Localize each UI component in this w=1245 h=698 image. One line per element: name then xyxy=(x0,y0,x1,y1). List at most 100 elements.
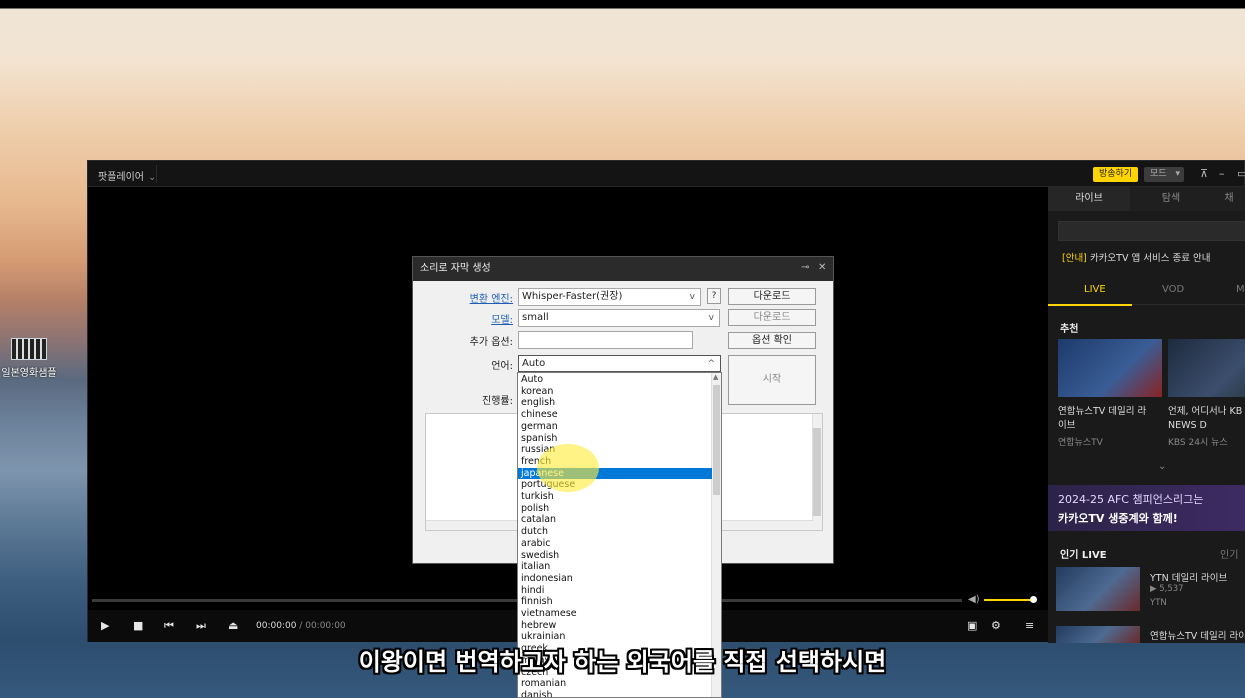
language-option[interactable]: finnish xyxy=(518,596,712,608)
engine-label[interactable]: 변환 엔진: xyxy=(417,290,513,305)
language-option[interactable]: danish xyxy=(518,690,712,697)
tab-explore[interactable]: 탐색 xyxy=(1130,187,1212,211)
tab-more[interactable]: 채 xyxy=(1212,187,1245,211)
notice-link[interactable]: [안내] 카카오TV 앱 서비스 종료 안내 xyxy=(1062,250,1210,264)
minimize-icon[interactable]: – xyxy=(1219,167,1225,180)
popular-item[interactable]: YTN 데일리 라이브 ▶ 5,537 YTN xyxy=(1056,567,1245,613)
promo-banner[interactable]: 2024-25 AFC 챔피언스리그는 카카오TV 생중계와 함께! xyxy=(1048,485,1245,531)
settings-gear-icon[interactable]: ⚙ xyxy=(991,619,1001,632)
card-channel: 연합뉴스TV xyxy=(1058,438,1103,448)
language-select[interactable]: Auto ^ xyxy=(518,355,721,372)
subtab-more[interactable]: M xyxy=(1236,284,1245,295)
maximize-icon[interactable]: ▭ xyxy=(1237,167,1245,180)
side-tabs: 라이브 탐색 채 xyxy=(1048,187,1245,211)
app-menu-button[interactable]: 팟플레이어 ⌄ xyxy=(98,168,156,183)
desktop-file-icon[interactable]: 일본영화샘플 xyxy=(0,338,58,379)
pin-icon[interactable]: ⊸ xyxy=(801,262,809,273)
card-channel: KBS 24시 뉴스 xyxy=(1168,438,1228,448)
language-option[interactable]: italian xyxy=(518,561,712,573)
language-option[interactable]: polish xyxy=(518,503,712,515)
volume-icon[interactable]: ◀) xyxy=(968,594,980,605)
cursor-highlight xyxy=(537,444,599,492)
recommend-card[interactable]: 언제, 어디서나 KB NEWS D KBS 24시 뉴스 xyxy=(1168,339,1245,448)
tab-live[interactable]: 라이브 xyxy=(1048,187,1130,211)
item-title: YTN 데일리 라이브 xyxy=(1150,573,1228,584)
side-search-input[interactable] xyxy=(1058,221,1245,241)
model-select[interactable]: small v xyxy=(518,309,720,327)
item-channel: YTN xyxy=(1150,598,1167,608)
volume-knob[interactable] xyxy=(1030,596,1037,603)
viewer-count: ▶ 5,537 xyxy=(1150,584,1184,594)
video-caption: 이왕이면 번역하고자 하는 외국어를 직접 선택하시면 xyxy=(358,648,887,676)
progress-label: 진행률: xyxy=(482,396,513,407)
language-option[interactable]: hebrew xyxy=(518,620,712,632)
play-icon[interactable]: ▶ xyxy=(101,619,109,632)
scroll-thumb[interactable] xyxy=(813,428,821,516)
capture-icon[interactable]: ▣ xyxy=(967,619,977,632)
dropdown-arrow-icon: ▾ xyxy=(1175,169,1180,179)
language-option[interactable]: dutch xyxy=(518,526,712,538)
language-label: 언어: xyxy=(491,361,513,372)
language-option[interactable]: indonesian xyxy=(518,573,712,585)
thumbnail xyxy=(1056,567,1140,611)
language-option[interactable]: catalan xyxy=(518,514,712,526)
notice-text: 카카오TV 앱 서비스 종료 안내 xyxy=(1089,253,1211,264)
engine-select[interactable]: Whisper-Faster(권장) v xyxy=(518,288,701,306)
language-option[interactable]: korean xyxy=(518,386,712,398)
mode-dropdown[interactable]: 모드 ▾ xyxy=(1144,167,1184,182)
stop-icon[interactable]: ■ xyxy=(133,619,143,632)
app-name: 팟플레이어 xyxy=(98,172,144,183)
broadcast-button[interactable]: 방송하기 xyxy=(1093,167,1139,182)
previous-icon[interactable]: ⏮ xyxy=(164,619,174,633)
kakaotv-side-panel: 라이브 탐색 채 [안내] 카카오TV 앱 서비스 종료 안내 LIVE VOD… xyxy=(1048,187,1245,643)
subtab-live[interactable]: LIVE xyxy=(1084,284,1106,295)
language-value: Auto xyxy=(522,358,546,369)
card-title: 언제, 어디서나 KB NEWS D xyxy=(1168,406,1243,431)
thumbnail xyxy=(1058,339,1162,397)
popular-item[interactable]: 연합뉴스TV 데일리 라이 xyxy=(1056,626,1245,643)
engine-value: Whisper-Faster(권장) xyxy=(522,291,623,302)
scroll-thumb[interactable] xyxy=(713,385,720,495)
extra-options-input[interactable] xyxy=(518,331,693,349)
chevron-down-icon: v xyxy=(689,292,695,302)
subtab-vod[interactable]: VOD xyxy=(1162,284,1184,295)
start-button[interactable]: 시작 xyxy=(728,355,816,405)
item-title: 연합뉴스TV 데일리 라이 xyxy=(1150,631,1245,642)
model-label[interactable]: 모델: xyxy=(417,311,513,326)
pin-icon[interactable]: ⊼ xyxy=(1200,167,1208,180)
vertical-scrollbar[interactable] xyxy=(812,414,822,530)
chevron-down-icon[interactable]: ⌄ xyxy=(1158,461,1166,472)
dialog-title: 소리로 자막 생성 xyxy=(413,257,833,281)
banner-line-1: 2024-25 AFC 챔피언스리그는 xyxy=(1058,493,1204,506)
close-icon[interactable]: ✕ xyxy=(818,262,826,273)
language-option[interactable]: arabic xyxy=(518,538,712,550)
extra-options-label: 추가 옵션: xyxy=(469,337,513,348)
language-option[interactable]: english xyxy=(518,397,712,409)
video-file-icon xyxy=(11,338,47,360)
language-option[interactable]: Auto xyxy=(518,374,712,386)
language-option[interactable]: chinese xyxy=(518,409,712,421)
option-check-button[interactable]: 옵션 확인 xyxy=(728,332,816,349)
language-option[interactable]: swedish xyxy=(518,550,712,562)
language-option[interactable]: turkish xyxy=(518,491,712,503)
language-option[interactable]: vietnamese xyxy=(518,608,712,620)
language-option[interactable]: spanish xyxy=(518,433,712,445)
recommend-card[interactable]: 연합뉴스TV 데일리 라 이브 연합뉴스TV xyxy=(1058,339,1162,448)
language-option[interactable]: hindi xyxy=(518,585,712,597)
card-title: 연합뉴스TV 데일리 라 이브 xyxy=(1058,406,1147,431)
download-engine-button[interactable]: 다운로드 xyxy=(728,288,816,305)
next-icon[interactable]: ⏭ xyxy=(196,619,206,633)
help-button[interactable]: ? xyxy=(707,288,721,304)
current-time: 00:00:00 xyxy=(256,621,297,631)
download-model-button[interactable]: 다운로드 xyxy=(728,309,816,326)
popular-more-link[interactable]: 인기 xyxy=(1220,546,1238,561)
language-option[interactable]: romanian xyxy=(518,678,712,690)
scroll-up-arrow-icon[interactable]: ▲ xyxy=(713,373,718,381)
time-separator: / xyxy=(299,621,303,631)
volume-slider[interactable] xyxy=(984,599,1034,601)
popular-title: 인기 LIVE xyxy=(1060,550,1107,561)
language-option[interactable]: german xyxy=(518,421,712,433)
playlist-menu-icon[interactable]: ≡ xyxy=(1025,619,1034,632)
chevron-up-icon: ^ xyxy=(707,359,715,369)
eject-icon[interactable]: ⏏ xyxy=(228,619,238,632)
